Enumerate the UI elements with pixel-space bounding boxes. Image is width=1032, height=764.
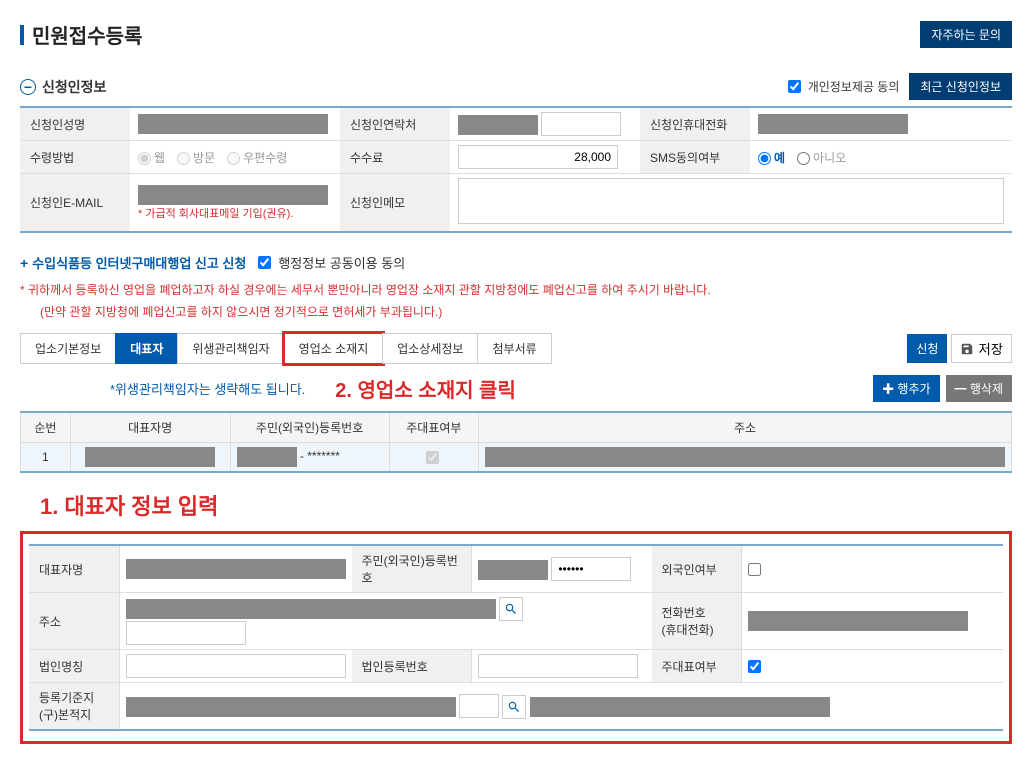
receive-post[interactable]: 우편수령 — [227, 149, 287, 166]
label-applicant-name: 신청인성명 — [20, 107, 130, 141]
plus-icon: + — [20, 255, 28, 271]
search-icon — [504, 602, 518, 616]
rep-rrn-front — [478, 560, 548, 580]
primary-rep-checkbox[interactable] — [748, 660, 761, 673]
label-receive-method: 수령방법 — [20, 141, 130, 174]
rep-addr-value — [126, 599, 496, 619]
tab-hygiene-manager[interactable]: 위생관리책임자 — [177, 333, 284, 364]
cell-rrn-front — [237, 447, 297, 467]
tab-basic-info[interactable]: 업소기본정보 — [20, 333, 116, 364]
privacy-consent-label: 개인정보제공 동의 — [808, 78, 900, 95]
tabs-bar: 업소기본정보 대표자 위생관리책임자 영업소 소재지 업소상세정보 첨부서류 신… — [20, 333, 1012, 364]
search-icon — [507, 700, 521, 714]
label-corp-no: 법인등록번호 — [352, 650, 472, 683]
label-rep-name: 대표자명 — [29, 545, 119, 593]
col-rrn: 주민(외국인)등록번호 — [230, 412, 389, 443]
receive-method-group: 웹 방문 우편수령 — [138, 149, 332, 166]
label-foreigner: 외국인여부 — [652, 545, 742, 593]
save-button[interactable]: 저장 — [951, 334, 1012, 363]
label-email: 신청인E-MAIL — [20, 174, 130, 233]
sms-yes[interactable]: 예 — [758, 149, 785, 166]
label-fee: 수수료 — [340, 141, 450, 174]
representative-grid: 순번 대표자명 주민(외국인)등록번호 주대표여부 주소 1 - ******* — [20, 411, 1012, 473]
table-row[interactable]: 1 - ******* — [21, 443, 1012, 473]
cell-addr — [485, 447, 1005, 467]
tab-business-location[interactable]: 영업소 소재지 — [284, 333, 384, 364]
fee-input[interactable] — [458, 145, 618, 169]
applicant-section-title: 신청인정보 — [42, 77, 106, 97]
applicant-mobile-value — [758, 114, 908, 134]
save-icon — [960, 342, 974, 356]
rep-name-value — [126, 559, 346, 579]
label-sms-consent: SMS동의여부 — [640, 141, 750, 174]
label-applicant-mobile: 신청인휴대전화 — [640, 107, 750, 141]
representative-detail-box: 대표자명 주민(외국인)등록번호 외국인여부 주소 전화번호 (휴대전화) — [20, 531, 1012, 744]
privacy-consent-checkbox[interactable] — [788, 80, 801, 93]
cell-seq: 1 — [21, 443, 71, 473]
foreigner-checkbox[interactable] — [748, 563, 761, 576]
delete-row-button[interactable]: ━ 행삭제 — [946, 375, 1012, 402]
faq-button[interactable]: 자주하는 문의 — [920, 21, 1012, 48]
applicant-contact-input[interactable] — [541, 112, 621, 136]
col-addr: 주소 — [479, 412, 1012, 443]
annotation-step-2: 2. 영업소 소재지 클릭 — [335, 374, 516, 403]
request-title: 수입식품등 인터넷구매대행업 신고 신청 — [32, 253, 246, 272]
cell-rep-name — [85, 447, 215, 467]
page-title: 민원접수등록 — [20, 20, 142, 49]
recent-applicant-button[interactable]: 최근 신청인정보 — [909, 73, 1012, 100]
applicant-contact-value — [458, 115, 538, 135]
label-rep-phone: 전화번호 (휴대전화) — [652, 593, 742, 650]
sms-consent-group: 예 아니오 — [758, 149, 1004, 166]
reg-base-search-button[interactable] — [502, 695, 526, 719]
applicant-memo-input[interactable] — [458, 178, 1004, 224]
label-primary-rep: 주대표여부 — [652, 650, 742, 683]
email-hint: * 가급적 회사대표메일 기입(권유). — [138, 208, 293, 220]
representative-detail-table: 대표자명 주민(외국인)등록번호 외국인여부 주소 전화번호 (휴대전화) — [29, 544, 1003, 731]
warning-line-2: (만약 관할 지방청에 폐업신고를 하지 않으시면 정기적으로 면허세가 부과됩… — [20, 302, 1012, 324]
admin-share-label: 행정정보 공동이용 동의 — [278, 253, 405, 272]
col-primary: 주대표여부 — [389, 412, 478, 443]
admin-share-checkbox[interactable] — [258, 256, 271, 269]
tab-detail-info[interactable]: 업소상세정보 — [382, 333, 478, 364]
rep-phone-value — [748, 611, 968, 631]
reg-base-value — [126, 697, 456, 717]
page-title-text: 민원접수등록 — [32, 20, 142, 49]
tab-representative[interactable]: 대표자 — [115, 333, 178, 364]
applicant-email-value — [138, 185, 328, 205]
label-rep-rrn: 주민(외국인)등록번호 — [352, 545, 472, 593]
cell-rrn-mask: - ******* — [300, 449, 340, 463]
addr-search-button[interactable] — [499, 597, 523, 621]
col-seq: 순번 — [21, 412, 71, 443]
reg-base-code-input[interactable] — [459, 694, 499, 718]
annotation-step-1: 1. 대표자 정보 입력 — [40, 489, 1012, 521]
admin-share-consent[interactable]: 행정정보 공동이용 동의 — [258, 253, 405, 272]
warning-line-1: * 귀하께서 등록하신 영업을 폐업하고자 하실 경우에는 세무서 뿐만아니라 … — [20, 280, 1012, 302]
reg-base-addr-value — [530, 697, 830, 717]
label-reg-base: 등록기준지 (구)본적지 — [29, 683, 119, 731]
note-hygiene-skip: *위생관리책임자는 생략해도 됩니다. — [20, 379, 305, 398]
label-memo: 신청인메모 — [340, 174, 450, 233]
sms-no[interactable]: 아니오 — [797, 149, 846, 166]
apply-button[interactable]: 신청 — [907, 334, 947, 363]
applicant-name-value — [138, 114, 328, 134]
col-rep-name: 대표자명 — [70, 412, 230, 443]
title-accent-bar — [20, 25, 24, 45]
rep-addr-detail-input[interactable] — [126, 621, 246, 645]
tab-attachments[interactable]: 첨부서류 — [477, 333, 551, 364]
receive-visit[interactable]: 방문 — [177, 149, 215, 166]
applicant-info-table: 신청인성명 신청인연락처 신청인휴대전화 수령방법 웹 방문 우편수령 수수료 … — [20, 106, 1012, 233]
add-row-button[interactable]: ✚ 행추가 — [873, 375, 939, 402]
rep-rrn-back-input[interactable] — [551, 557, 631, 581]
warning-text: * 귀하께서 등록하신 영업을 폐업하고자 하실 경우에는 세무서 뿐만아니라 … — [20, 280, 1012, 323]
corp-name-input[interactable] — [126, 654, 346, 678]
label-corp-name: 법인명칭 — [29, 650, 119, 683]
collapse-icon[interactable]: − — [20, 79, 36, 95]
label-rep-addr: 주소 — [29, 593, 119, 650]
save-button-label: 저장 — [978, 339, 1003, 358]
receive-web[interactable]: 웹 — [138, 149, 165, 166]
corp-no-input[interactable] — [478, 654, 638, 678]
privacy-consent[interactable]: 개인정보제공 동의 — [788, 78, 900, 95]
cell-primary-checkbox — [426, 451, 439, 464]
label-applicant-contact: 신청인연락처 — [340, 107, 450, 141]
